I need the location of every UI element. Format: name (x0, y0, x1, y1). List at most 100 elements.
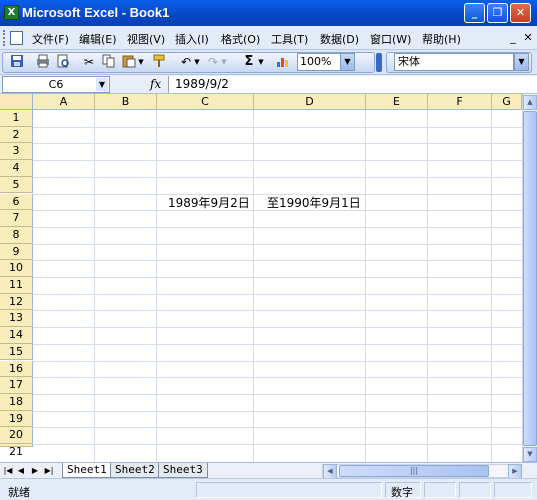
menu-help[interactable]: 帮助(H) (422, 31, 461, 47)
menu-file[interactable]: 文件(F) (32, 31, 69, 47)
row-header-18[interactable]: 18 (0, 393, 33, 411)
sheet-tab-bar: |◀ ◀ ▶ ▶| Sheet1 Sheet2 Sheet3 ◀ ||| ▶ (0, 462, 537, 479)
vertical-scrollbar[interactable]: ▲ ▼ (522, 94, 537, 463)
workbook-minimize-button[interactable]: _ (507, 31, 519, 44)
select-all-corner[interactable] (0, 94, 33, 110)
status-numlock-text: 数字 (391, 486, 413, 499)
status-ready-text: 就绪 (8, 486, 30, 499)
row-header-4[interactable]: 4 (0, 160, 33, 177)
restore-button[interactable]: ❐ (487, 3, 508, 23)
vertical-scroll-thumb[interactable] (523, 111, 537, 446)
row-header-1[interactable]: 1 (0, 110, 33, 127)
insert-function-icon[interactable]: fx (150, 77, 161, 91)
zoom-dropdown-chevron-down-icon[interactable]: ▼ (340, 53, 355, 71)
cell-area[interactable]: 1989年9月2日 至1990年9月1日 (33, 110, 522, 463)
row-header-5[interactable]: 5 (0, 176, 33, 194)
menu-format[interactable]: 格式(O) (221, 31, 260, 47)
chart-wizard-icon[interactable] (275, 54, 291, 70)
name-box-value: C6 (48, 78, 64, 91)
menu-window[interactable]: 窗口(W) (370, 31, 411, 47)
menu-data[interactable]: 数据(D) (320, 31, 359, 47)
row-header-17[interactable]: 17 (0, 377, 33, 394)
row-header-2[interactable]: 2 (0, 126, 33, 144)
first-sheet-icon[interactable]: |◀ (3, 464, 13, 477)
row-header-12[interactable]: 12 (0, 293, 33, 311)
cut-icon[interactable]: ✂ (81, 54, 97, 70)
column-header-e[interactable]: E (366, 94, 428, 110)
cell-c6[interactable]: 1989年9月2日 (168, 194, 250, 211)
column-header-c[interactable]: C (157, 94, 254, 110)
paste-options-chevron-down-icon[interactable]: ▼ (137, 54, 145, 70)
standard-toolbar: ✂ ▼ ↶ ▼ ↷ ▼ Σ ▼ 100% ▼ 宋体 ▼ (0, 50, 537, 75)
row-header-8[interactable]: 8 (0, 226, 33, 244)
copy-icon[interactable] (101, 54, 117, 70)
row-header-21[interactable]: 21 (0, 444, 33, 458)
window-title: Microsoft Excel - Book1 (22, 5, 170, 20)
scroll-down-icon[interactable]: ▼ (523, 447, 537, 462)
menu-insert[interactable]: 插入(I) (175, 31, 209, 47)
menu-edit[interactable]: 编辑(E) (79, 31, 117, 47)
column-header-f[interactable]: F (428, 94, 492, 110)
close-button[interactable]: ✕ (510, 3, 531, 23)
tab-sheet2[interactable]: Sheet2 (110, 463, 160, 478)
redo-icon[interactable]: ↷ (205, 54, 221, 70)
row-header-16[interactable]: 16 (0, 360, 33, 378)
cell-d6[interactable]: 至1990年9月1日 (267, 194, 361, 211)
row-header-14[interactable]: 14 (0, 327, 33, 344)
row-header-15[interactable]: 15 (0, 343, 33, 361)
title-bar: X Microsoft Excel - Book1 _ ❐ ✕ (0, 0, 537, 26)
row-header-20[interactable]: 20 (0, 427, 33, 444)
scroll-left-icon[interactable]: ◀ (323, 464, 337, 479)
toolbar-overflow-grip[interactable] (376, 53, 382, 72)
tab-sheet1[interactable]: Sheet1 (62, 463, 112, 478)
document-icon[interactable] (10, 31, 23, 45)
undo-dropdown-chevron-down-icon[interactable]: ▼ (193, 54, 201, 70)
format-painter-icon[interactable] (151, 54, 167, 70)
row-header-10[interactable]: 10 (0, 260, 33, 277)
horizontal-scrollbar[interactable]: ◀ ||| ▶ (322, 464, 522, 479)
font-name-select[interactable]: 宋体 (394, 53, 514, 71)
excel-app-icon[interactable]: X (4, 5, 19, 20)
column-header-g[interactable]: G (492, 94, 522, 110)
prev-sheet-icon[interactable]: ◀ (16, 464, 26, 477)
scroll-up-icon[interactable]: ▲ (523, 95, 537, 110)
name-box[interactable]: C6 ▼ (2, 76, 110, 93)
undo-icon[interactable]: ↶ (178, 54, 194, 70)
column-header-b[interactable]: B (95, 94, 157, 110)
formula-input[interactable]: 1989/9/2 (168, 76, 537, 93)
workbook-close-button[interactable]: ✕ (522, 31, 534, 44)
redo-dropdown-chevron-down-icon[interactable]: ▼ (220, 54, 228, 70)
status-pane-3 (424, 482, 456, 498)
row-header-6[interactable]: 6 (0, 193, 33, 211)
name-box-chevron-down-icon[interactable]: ▼ (96, 78, 108, 91)
scroll-right-icon[interactable]: ▶ (508, 464, 522, 479)
menu-tools[interactable]: 工具(T) (271, 31, 308, 47)
column-header-a[interactable]: A (33, 94, 95, 110)
column-header-d[interactable]: D (254, 94, 366, 110)
font-dropdown-chevron-down-icon[interactable]: ▼ (514, 53, 529, 71)
row-header-11[interactable]: 11 (0, 277, 33, 294)
row-header-7[interactable]: 7 (0, 210, 33, 227)
row-header-13[interactable]: 13 (0, 310, 33, 328)
print-icon[interactable] (35, 54, 51, 70)
autosum-icon[interactable]: Σ (241, 54, 257, 70)
horizontal-scroll-thumb[interactable]: ||| (339, 465, 489, 477)
print-preview-icon[interactable] (55, 54, 71, 70)
row-header-3[interactable]: 3 (0, 143, 33, 161)
menu-bar-grip[interactable] (3, 30, 6, 46)
status-pane-empty (196, 482, 382, 498)
row-header-9[interactable]: 9 (0, 243, 33, 261)
next-sheet-icon[interactable]: ▶ (30, 464, 40, 477)
paste-icon[interactable] (121, 54, 137, 70)
status-numlock-pane: 数字 (385, 482, 421, 499)
menu-view[interactable]: 视图(V) (127, 31, 165, 47)
status-bar: 就绪 数字 (0, 478, 537, 500)
last-sheet-icon[interactable]: ▶| (44, 464, 54, 477)
menu-bar: 文件(F) 编辑(E) 视图(V) 插入(I) 格式(O) 工具(T) 数据(D… (0, 26, 537, 50)
tab-sheet3[interactable]: Sheet3 (158, 463, 208, 478)
row-header-19[interactable]: 19 (0, 410, 33, 428)
status-pane-4 (459, 482, 491, 498)
save-icon[interactable] (9, 54, 25, 70)
autosum-dropdown-chevron-down-icon[interactable]: ▼ (257, 54, 265, 70)
minimize-button[interactable]: _ (464, 3, 485, 23)
